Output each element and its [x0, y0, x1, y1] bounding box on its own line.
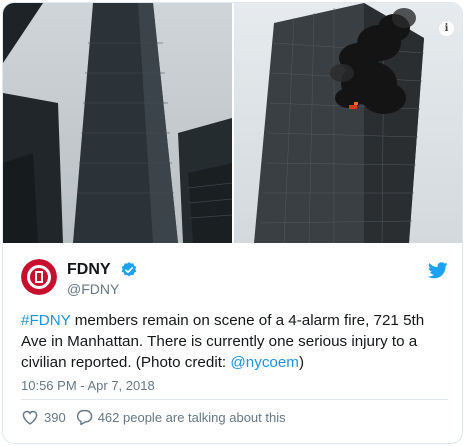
info-icon[interactable]: i — [439, 21, 454, 36]
twitter-bird-icon[interactable] — [428, 262, 448, 279]
speech-bubble-icon[interactable] — [76, 409, 93, 425]
tweet-text-tail: ) — [298, 354, 305, 371]
like-count[interactable]: 390 — [44, 410, 66, 425]
tweet-actions: 390 462 people are talking about this — [21, 407, 286, 427]
photo-tower-fire[interactable]: i — [234, 3, 462, 243]
tweet-timestamp[interactable]: 10:56 PM - Apr 7, 2018 — [21, 378, 155, 393]
photo-skyscrapers[interactable] — [3, 3, 232, 243]
tweet-media: i — [3, 3, 462, 243]
tweet-body-text: members remain on scene of a 4-alarm fir… — [21, 312, 425, 371]
mention-link[interactable]: @nycoem — [230, 354, 299, 371]
divider — [21, 399, 448, 400]
verified-badge-icon — [121, 262, 137, 277]
talking-about-label[interactable]: 462 people are talking about this — [98, 410, 286, 425]
embedded-tweet-card[interactable]: i FDNY @FDNY #FDNY members remain on sce… — [2, 2, 463, 444]
display-name[interactable]: FDNY — [67, 261, 111, 279]
user-handle[interactable]: @FDNY — [67, 281, 119, 297]
avatar[interactable] — [21, 259, 57, 295]
hashtag-link[interactable]: #FDNY — [21, 312, 71, 329]
tweet-text: #FDNY members remain on scene of a 4-ala… — [21, 310, 453, 373]
heart-icon[interactable] — [21, 409, 39, 425]
